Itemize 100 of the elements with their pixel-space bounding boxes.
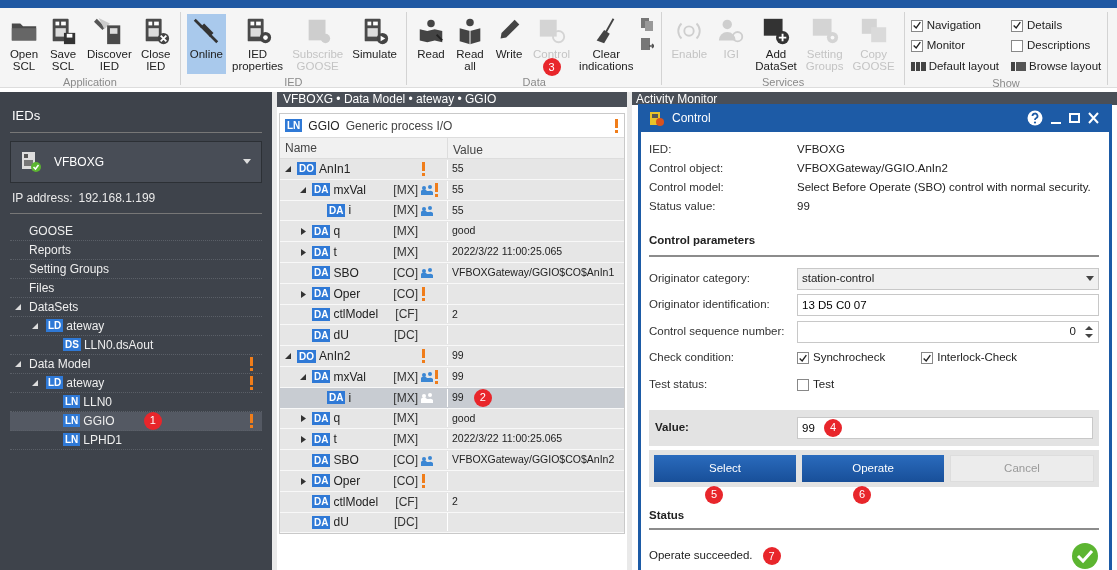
field-value: VFBOXGateway/GGIO.AnIn2 [797,160,948,176]
table-row[interactable]: DA mxVal [MX] 55 [280,179,624,201]
ribbon-button[interactable]: Discover IED [84,14,135,74]
expand-arrow-icon[interactable] [31,321,39,330]
node-type-tag: DA [312,515,331,529]
table-row[interactable]: DA dU [DC] [280,325,624,347]
layout-button[interactable]: Default layout [910,57,999,75]
ribbon-button[interactable]: Write [491,14,527,74]
table-row[interactable]: DA i [MX] 55 [280,200,624,222]
breadcrumb: VFBOXG • Data Model • ateway • GGIO [277,92,627,107]
expand-arrow-icon[interactable] [14,359,22,368]
attribute-name: ctlModel [333,306,380,324]
tree-item[interactable]: DS LLN0.dsAout [10,335,262,355]
tree-item[interactable]: Files [10,278,262,298]
device-icon [649,110,664,126]
table-row[interactable]: DA Oper [CO] [280,283,624,305]
expand-arrow-icon[interactable] [299,289,307,298]
checkbox-label: Navigation [926,18,981,33]
toolbar-button[interactable] [639,36,656,52]
ribbon-button[interactable]: Read [413,14,449,74]
node-type-tag: DA [312,474,331,488]
attribute-name: Oper [333,472,362,490]
layout-button[interactable]: Browse layout [1011,57,1102,75]
table-row[interactable]: DA mxVal [MX] 99 [280,366,624,388]
ribbon-button[interactable]: Add DataSet [752,14,800,74]
expand-arrow-icon[interactable] [299,476,307,485]
table-row[interactable]: DA ctlModel [CF] 2 [280,491,624,513]
attribute-value: 99 [452,369,464,384]
tree-item[interactable]: LN LPHD1 [10,430,262,450]
input-field[interactable]: 13 D5 C0 07 [797,294,1099,316]
table-row[interactable]: DO AnIn1 55 [280,159,624,180]
attribute-name: mxVal [333,181,367,199]
node-type-tag: DA [327,204,346,217]
expand-arrow-icon[interactable] [14,302,22,311]
table-row[interactable]: DA q [MX] good [280,408,624,430]
node-type-tag: DA [312,183,331,197]
expand-arrow-icon[interactable] [299,435,307,444]
node-type-tag: DA [312,245,331,259]
ip-address: 192.168.1.199 [78,189,156,207]
field-label: Value: [655,420,690,436]
node-description: Generic process I/O [345,117,454,135]
help-icon[interactable] [1027,110,1043,126]
tree-item[interactable]: Reports [10,240,262,260]
tree-item[interactable]: LN LLN0 [10,392,262,412]
field-value: VFBOXG [797,141,845,157]
dropdown[interactable]: station-control [797,267,1099,290]
functional-constraint: [CO] [393,264,418,282]
maximize-icon[interactable] [1069,112,1080,124]
expand-arrow-icon[interactable] [299,185,307,194]
attribute-name: SBO [333,264,360,282]
checkbox[interactable] [797,378,809,391]
table-row[interactable]: DO AnIn2 99 [280,346,624,367]
expand-arrow-icon[interactable] [31,378,39,387]
expand-arrow-icon[interactable] [284,164,292,173]
functional-constraint: [CO] [393,452,418,470]
ribbon-button[interactable]: Save SCL [45,14,81,74]
tree-item[interactable]: Data Model [10,354,262,374]
functional-constraint: [DC] [394,514,418,532]
ribbon-button[interactable]: Clear indications [576,14,637,74]
table-row[interactable]: DA ctlModel [CF] 2 [280,304,624,326]
ribbon-button[interactable]: Open SCL [6,14,42,74]
table-row[interactable]: DA q [MX] good [280,221,624,243]
checkbox[interactable] [910,19,923,32]
ribbon-button[interactable]: Close IED [137,14,174,74]
functional-constraint: [MX] [393,431,418,449]
close-icon[interactable] [1088,112,1099,124]
functional-constraint: [DC] [394,327,418,345]
caret-icon [1086,276,1094,281]
toolbar-button[interactable] [639,16,656,32]
checkbox[interactable] [921,352,934,364]
number-spinner[interactable]: 0 [797,320,1099,343]
expand-arrow-icon[interactable] [299,372,307,381]
tree-item[interactable]: LD ateway [10,316,262,336]
tree-item[interactable]: DataSets [10,297,262,317]
expand-arrow-icon[interactable] [284,352,292,361]
checkbox[interactable] [797,352,809,364]
group-label: Application [61,75,118,88]
table-row[interactable]: DA SBO [CO] VFBOXGateway/GGIO$CO$AnIn2 [280,450,624,471]
expand-arrow-icon[interactable] [299,227,307,236]
ribbon-button[interactable]: Read all [452,14,488,74]
device-dropdown[interactable]: VFBOXG [10,140,262,183]
table-row[interactable]: DA t [MX] 2022/3/22 11:00:25.065 [280,429,624,451]
checkbox[interactable] [910,39,923,52]
expand-arrow-icon[interactable] [299,414,307,423]
ribbon-button[interactable]: Online [186,14,226,74]
tree-item[interactable]: Setting Groups [10,259,262,279]
table-row[interactable]: DA SBO [CO] VFBOXGateway/GGIO$CO$AnIn1 [280,263,624,284]
table-row[interactable]: DA t [MX] 2022/3/22 11:00:25.065 [280,242,624,263]
ribbon-button[interactable]: Simulate [349,14,400,74]
expand-arrow-icon[interactable] [299,248,307,257]
tree-item[interactable]: LD ateway [10,373,262,393]
group-label: Data [521,75,547,88]
ribbon-button[interactable]: IED properties [229,14,287,74]
checkbox[interactable] [1011,39,1023,52]
tree-item[interactable]: GOOSE [10,221,262,241]
table-row[interactable]: DA Oper [CO] [280,470,624,492]
table-row[interactable]: DA dU [DC] [280,512,624,534]
table-row[interactable]: DA i [MX] 99 2 [280,387,624,409]
checkbox[interactable] [1011,19,1023,32]
tree-item[interactable]: LN GGIO 1 [10,411,262,431]
